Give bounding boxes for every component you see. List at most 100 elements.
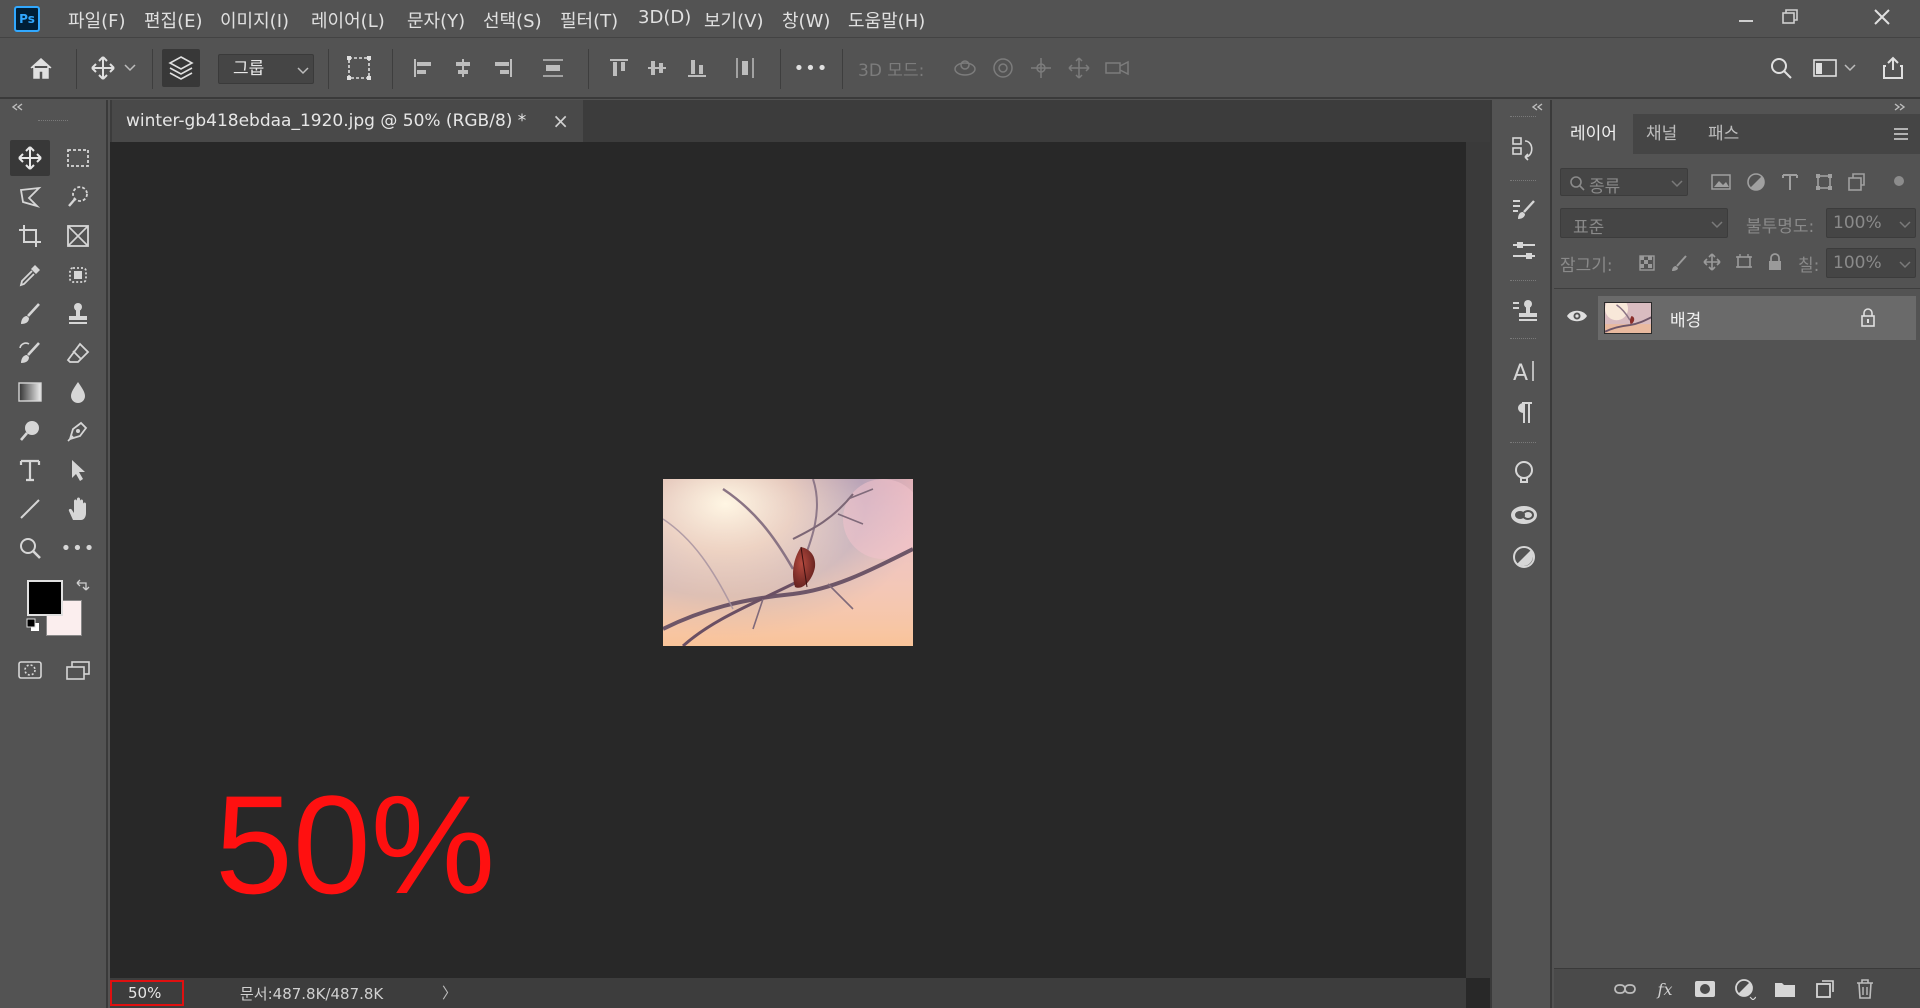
status-menu-arrow[interactable]: 〉: [442, 982, 457, 1003]
path-select-icon[interactable]: [58, 452, 98, 488]
filter-smart-object-icon[interactable]: [1846, 172, 1866, 192]
history-brush-icon[interactable]: [10, 335, 50, 371]
menu-layer[interactable]: 레이어(L): [311, 7, 385, 33]
blur-icon[interactable]: [58, 374, 98, 410]
filter-shape-icon[interactable]: [1814, 172, 1834, 192]
lock-all-icon[interactable]: [1766, 252, 1784, 272]
lasso-icon[interactable]: [10, 179, 50, 215]
gradient-icon[interactable]: [10, 374, 50, 410]
menu-file[interactable]: 파일(F): [68, 7, 126, 33]
vertical-scrollbar[interactable]: [1466, 142, 1490, 978]
filter-toggle-icon[interactable]: [1894, 176, 1904, 186]
close-window-icon[interactable]: [1862, 4, 1902, 32]
align-center-icon[interactable]: [444, 49, 482, 87]
foreground-color-swatch-front[interactable]: [27, 580, 63, 616]
canvas-image[interactable]: [663, 479, 913, 646]
adjustments-panel-icon[interactable]: [1504, 232, 1544, 270]
opacity-field[interactable]: 100%: [1826, 208, 1916, 238]
expand-panels-icon[interactable]: [1530, 102, 1544, 112]
eraser-icon[interactable]: [58, 335, 98, 371]
chevron-down-icon[interactable]: [1840, 49, 1860, 87]
3d-roll-icon[interactable]: [984, 49, 1022, 87]
menu-edit[interactable]: 편집(E): [144, 7, 203, 33]
brush-settings-icon[interactable]: [1504, 190, 1544, 228]
new-adjustment-layer-icon[interactable]: [1732, 977, 1758, 1001]
filter-type-icon[interactable]: [1780, 172, 1800, 192]
minimize-icon[interactable]: [1726, 4, 1766, 32]
3d-orbit-icon[interactable]: [946, 49, 984, 87]
transform-controls-icon[interactable]: [340, 49, 378, 87]
tab-layers[interactable]: 레이어: [1554, 114, 1633, 154]
patch-icon[interactable]: [58, 257, 98, 293]
menu-view[interactable]: 보기(V): [704, 7, 763, 33]
menu-select[interactable]: 선택(S): [483, 7, 542, 33]
frame-icon[interactable]: [58, 218, 98, 254]
eyedropper-icon[interactable]: [10, 257, 50, 293]
workspace-icon[interactable]: [1806, 49, 1844, 87]
lock-transparent-icon[interactable]: [1638, 254, 1656, 272]
3d-slide-icon[interactable]: [1060, 49, 1098, 87]
line-icon[interactable]: [10, 491, 50, 527]
menu-window[interactable]: 창(W): [782, 7, 830, 33]
lock-position-icon[interactable]: [1702, 252, 1722, 272]
3d-pan-icon[interactable]: [1022, 49, 1060, 87]
paragraph-panel-icon[interactable]: [1504, 394, 1544, 432]
filter-adjustment-icon[interactable]: [1746, 172, 1766, 192]
blend-mode-dropdown[interactable]: 표준: [1560, 208, 1728, 238]
add-mask-icon[interactable]: [1692, 977, 1718, 1001]
align-left-icon[interactable]: [404, 49, 442, 87]
brush-icon[interactable]: [10, 296, 50, 332]
collapse-panel-icon[interactable]: [1892, 102, 1906, 112]
menu-filter[interactable]: 필터(T): [560, 7, 618, 33]
layer-filter-kind-dropdown[interactable]: 종류: [1560, 168, 1688, 197]
document-tab[interactable]: winter-gb418ebdaa_1920.jpg @ 50% (RGB/8)…: [112, 100, 584, 142]
learn-panel-icon[interactable]: [1504, 454, 1544, 492]
collapse-toolbox-icon[interactable]: [10, 102, 24, 112]
layer-visibility-eye-icon[interactable]: [1566, 308, 1588, 324]
new-group-icon[interactable]: [1772, 977, 1798, 1001]
default-colors-icon[interactable]: [26, 618, 40, 632]
quick-select-icon[interactable]: [58, 179, 98, 215]
distribute-vertical-icon[interactable]: [726, 49, 764, 87]
pen-icon[interactable]: [58, 413, 98, 449]
align-bottom-icon[interactable]: [678, 49, 716, 87]
menu-image[interactable]: 이미지(I): [220, 7, 289, 33]
type-icon[interactable]: [10, 452, 50, 488]
layer-style-fx-icon[interactable]: fx: [1652, 977, 1678, 1001]
clone-source-icon[interactable]: [1504, 292, 1544, 330]
tab-paths[interactable]: 패스: [1692, 114, 1755, 154]
layer-lock-icon[interactable]: [1860, 308, 1876, 328]
fill-field[interactable]: 100%: [1826, 248, 1916, 278]
menu-help[interactable]: 도움말(H): [848, 7, 925, 33]
dodge-icon[interactable]: [10, 413, 50, 449]
history-panel-icon[interactable]: [1504, 130, 1544, 168]
delete-layer-icon[interactable]: [1852, 977, 1878, 1001]
more-options-icon[interactable]: •••: [792, 49, 830, 87]
home-icon[interactable]: [22, 49, 60, 87]
quick-mask-icon[interactable]: [10, 652, 50, 688]
menu-3d[interactable]: 3D(D): [638, 7, 691, 28]
crop-icon[interactable]: [10, 218, 50, 254]
move-tool-option-icon[interactable]: [84, 49, 122, 87]
distribute-icon[interactable]: [534, 49, 572, 87]
move-icon[interactable]: [10, 140, 50, 176]
layer-name[interactable]: 배경: [1670, 306, 1701, 331]
hand-icon[interactable]: [58, 491, 98, 527]
panel-menu-icon[interactable]: [1892, 127, 1910, 141]
layer-row-background[interactable]: 배경: [1598, 296, 1916, 340]
restore-icon[interactable]: [1770, 4, 1810, 32]
zoom-level-field[interactable]: 50%: [110, 980, 184, 1006]
lock-image-icon[interactable]: [1670, 254, 1688, 272]
character-panel-icon[interactable]: A: [1504, 352, 1544, 390]
align-right-icon[interactable]: [484, 49, 522, 87]
more-tools-icon[interactable]: •••: [58, 530, 98, 566]
filter-pixel-icon[interactable]: [1710, 172, 1732, 192]
align-middle-icon[interactable]: [638, 49, 676, 87]
auto-select-icon[interactable]: [162, 49, 200, 87]
swap-colors-icon[interactable]: [74, 578, 90, 594]
screen-mode-icon[interactable]: [58, 652, 98, 688]
link-layers-icon[interactable]: [1612, 977, 1638, 1001]
marquee-icon[interactable]: [58, 140, 98, 176]
stamp-icon[interactable]: [58, 296, 98, 332]
3d-camera-icon[interactable]: [1098, 49, 1136, 87]
